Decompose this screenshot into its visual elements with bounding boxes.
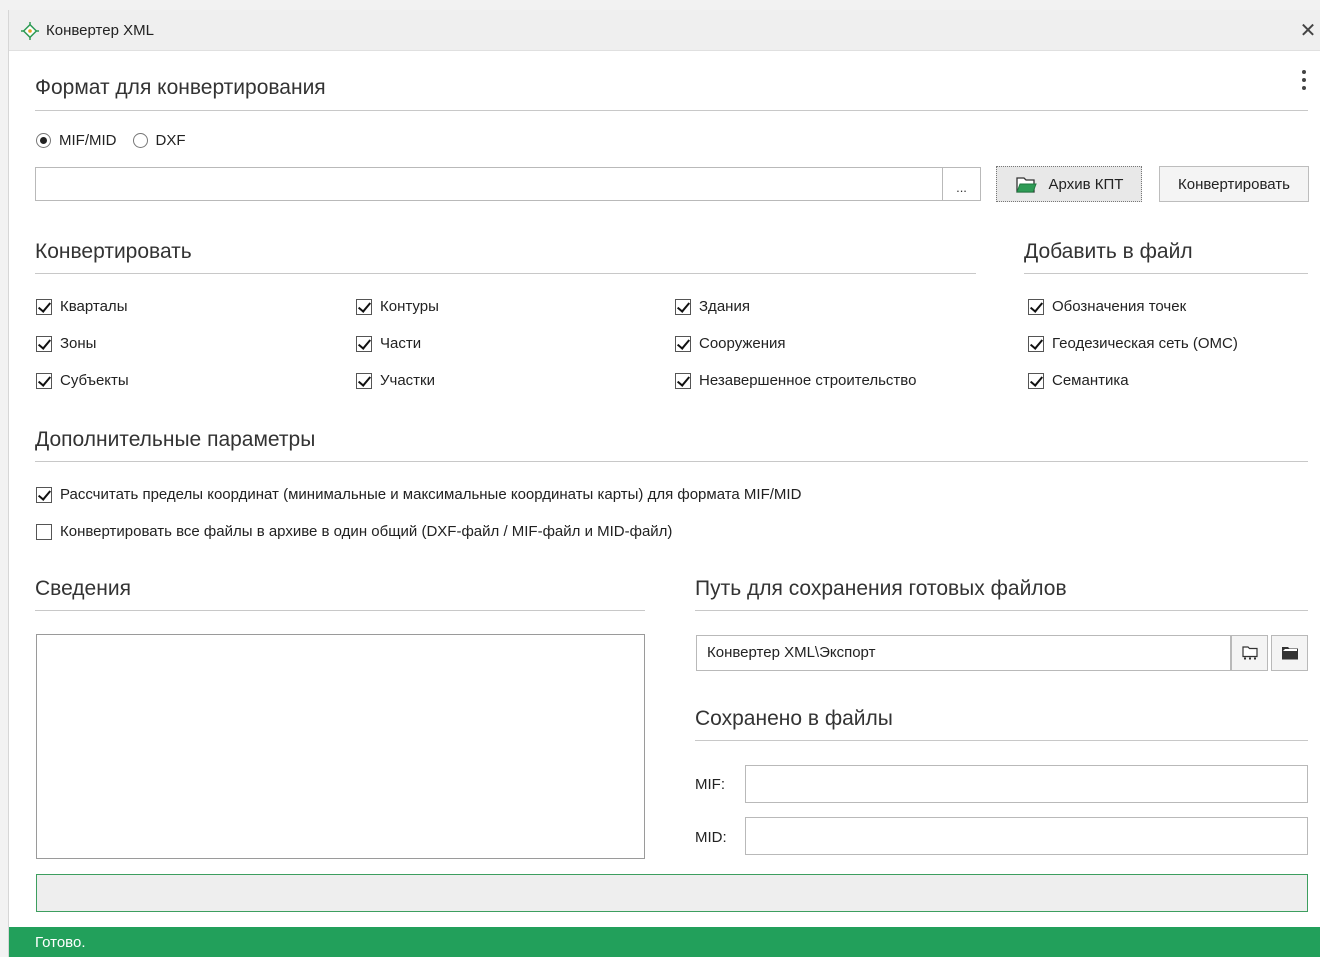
- converter-window: Конвертер XML ✕ Формат для конвертирован…: [8, 10, 1320, 957]
- checkbox-kvartaly-box: [36, 298, 52, 315]
- extra-params-heading: Дополнительные параметры: [35, 428, 316, 451]
- app-crosshair-icon: [21, 22, 39, 40]
- checkbox-geodezicheskaya-box: [1028, 335, 1044, 352]
- checkbox-zdaniya[interactable]: Здания: [675, 298, 750, 315]
- save-path-input[interactable]: Конвертер XML\Экспорт: [696, 635, 1231, 671]
- folder-browse-icon: [1241, 646, 1258, 660]
- info-textarea[interactable]: [36, 634, 645, 859]
- checkbox-chasti-label: Части: [380, 335, 422, 352]
- format-heading: Формат для конвертирования: [35, 76, 326, 99]
- checkbox-zony[interactable]: Зоны: [36, 335, 96, 352]
- source-file-input[interactable]: [35, 167, 943, 201]
- checkbox-semantika-label: Семантика: [1052, 372, 1129, 389]
- checkbox-merge-files[interactable]: Конвертировать все файлы в архиве в один…: [36, 523, 672, 540]
- radio-dxf[interactable]: DXF: [132, 131, 186, 149]
- status-text: Готово.: [35, 934, 86, 951]
- convert-button[interactable]: Конвертировать: [1159, 166, 1309, 202]
- mif-field[interactable]: [745, 765, 1308, 803]
- checkbox-merge-files-box: [36, 523, 52, 540]
- archive-kpt-label: Архив КПТ: [1048, 175, 1124, 193]
- checkbox-nezavershennoe[interactable]: Незавершенное строительство: [675, 372, 916, 389]
- checkbox-nezavershennoe-label: Незавершенное строительство: [699, 372, 917, 389]
- archive-kpt-button[interactable]: Архив КПТ: [996, 166, 1142, 202]
- status-bar: Готово.: [9, 927, 1320, 957]
- window-title: Конвертер XML: [46, 22, 154, 39]
- save-path-divider: [695, 610, 1308, 611]
- checkbox-chasti-box: [356, 335, 372, 352]
- mid-label: MID:: [695, 829, 727, 846]
- checkbox-chasti[interactable]: Части: [356, 335, 421, 352]
- format-divider: [35, 110, 1308, 111]
- checkbox-geodezicheskaya-label: Геодезическая сеть (ОМС): [1052, 335, 1238, 352]
- checkbox-zdaniya-label: Здания: [699, 298, 750, 315]
- checkbox-oboznacheniya-label: Обозначения точек: [1052, 298, 1187, 315]
- mid-field[interactable]: [745, 817, 1308, 855]
- saved-divider: [695, 740, 1308, 741]
- checkbox-sooruzheniya[interactable]: Сооружения: [675, 335, 786, 352]
- checkbox-zony-label: Зоны: [60, 335, 97, 352]
- mif-label: MIF:: [695, 776, 725, 793]
- checkbox-uchastki-box: [356, 372, 372, 389]
- checkbox-kvartaly-label: Кварталы: [60, 298, 128, 315]
- checkbox-calc-coord-limits-box: [36, 486, 52, 503]
- add-to-file-heading: Добавить в файл: [1024, 240, 1193, 263]
- checkbox-kvartaly[interactable]: Кварталы: [36, 298, 127, 315]
- checkbox-uchastki-label: Участки: [380, 372, 435, 389]
- checkbox-oboznacheniya-box: [1028, 298, 1044, 315]
- checkbox-kontury[interactable]: Контуры: [356, 298, 439, 315]
- convert-divider: [35, 273, 976, 274]
- checkbox-zony-box: [36, 335, 52, 352]
- checkbox-uchastki[interactable]: Участки: [356, 372, 435, 389]
- info-divider: [35, 610, 645, 611]
- checkbox-kontury-label: Контуры: [380, 298, 439, 315]
- browse-folder-button[interactable]: [1231, 635, 1268, 671]
- checkbox-semantika[interactable]: Семантика: [1028, 372, 1129, 389]
- folder-icon: [1281, 647, 1298, 660]
- checkbox-subekty-label: Субъекты: [60, 372, 129, 389]
- checkbox-geodezicheskaya-set[interactable]: Геодезическая сеть (ОМС): [1028, 335, 1238, 352]
- info-heading: Сведения: [35, 577, 131, 600]
- browse-button[interactable]: ...: [943, 167, 981, 201]
- checkbox-sooruzheniya-box: [675, 335, 691, 352]
- convert-heading: Конвертировать: [35, 240, 192, 263]
- radio-mif-mid-circle: [36, 132, 51, 148]
- extra-params-divider: [35, 461, 1308, 462]
- checkbox-merge-files-label: Конвертировать все файлы в архиве в один…: [60, 523, 673, 540]
- checkbox-subekty-box: [36, 372, 52, 389]
- radio-mif-mid[interactable]: MIF/MID: [36, 132, 117, 149]
- open-folder-button[interactable]: [1271, 635, 1308, 671]
- save-path-heading: Путь для сохранения готовых файлов: [695, 577, 1067, 600]
- close-icon: ✕: [1299, 20, 1317, 42]
- checkbox-nezavershennoe-box: [675, 372, 691, 389]
- checkbox-sooruzheniya-label: Сооружения: [699, 335, 786, 352]
- checkbox-oboznacheniya-tochek[interactable]: Обозначения точек: [1028, 298, 1186, 315]
- saved-heading: Сохранено в файлы: [695, 707, 893, 730]
- close-button[interactable]: ✕: [1296, 20, 1320, 42]
- progress-bar: [36, 874, 1308, 912]
- checkbox-subekty[interactable]: Субъекты: [36, 372, 129, 389]
- radio-dxf-circle: [132, 132, 148, 148]
- format-radio-group: MIF/MID DXF: [36, 129, 202, 151]
- checkbox-semantika-box: [1028, 372, 1044, 389]
- add-to-file-divider: [1024, 273, 1308, 274]
- checkbox-calc-coord-limits-label: Рассчитать пределы координат (минимальны…: [60, 486, 802, 503]
- more-options-icon[interactable]: [1298, 70, 1310, 96]
- checkbox-zdaniya-box: [675, 298, 691, 315]
- radio-dxf-label: DXF: [155, 131, 186, 149]
- checkbox-kontury-box: [356, 298, 372, 315]
- title-bar: Конвертер XML ✕: [9, 10, 1320, 51]
- radio-mif-mid-label: MIF/MID: [59, 131, 117, 149]
- checkbox-calc-coord-limits[interactable]: Рассчитать пределы координат (минимальны…: [36, 486, 801, 503]
- folder-open-icon: [1015, 177, 1037, 193]
